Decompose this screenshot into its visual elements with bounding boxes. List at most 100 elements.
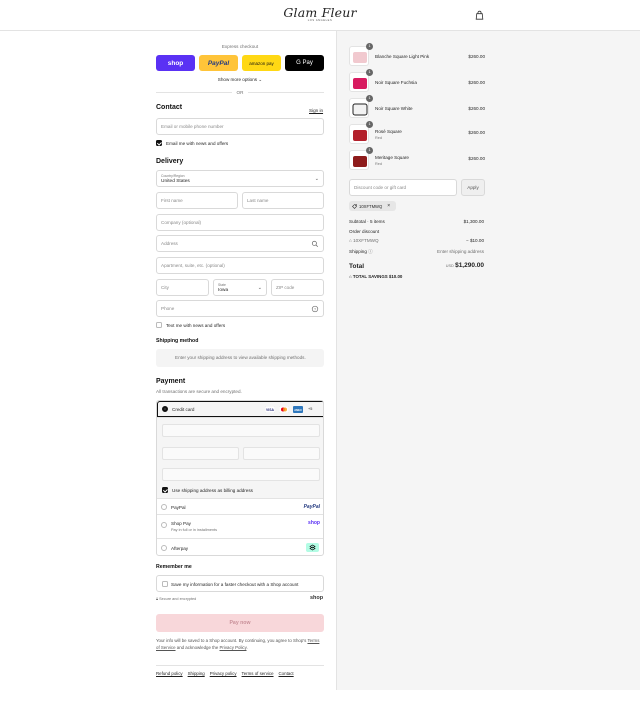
show-more-options-link[interactable]: Show more options ⌄ bbox=[156, 77, 324, 83]
svg-text:VISA: VISA bbox=[266, 408, 274, 412]
credit-card-option[interactable]: Credit card VISA AMEX +5 bbox=[157, 401, 323, 417]
country-value: United States bbox=[161, 179, 190, 184]
amazon-pay-button[interactable]: amazon pay bbox=[242, 55, 281, 71]
last-name-placeholder: Last name bbox=[247, 198, 269, 203]
shop-pay-subtitle: Pay in full or in installments bbox=[171, 528, 218, 532]
remember-me-heading: Remember me bbox=[156, 564, 192, 570]
billing-address-checkbox[interactable] bbox=[162, 487, 168, 493]
mastercard-icon bbox=[279, 406, 289, 413]
legal-text: Your info will be saved to a Shop accoun… bbox=[156, 637, 324, 651]
discount-value: − $10.00 bbox=[465, 238, 484, 243]
first-name-field[interactable]: First name bbox=[156, 192, 238, 209]
apartment-placeholder: Apartment, suite, etc. (optional) bbox=[161, 263, 225, 268]
order-discount-label: Order discount bbox=[349, 229, 380, 234]
country-select[interactable]: Country/Region United States ⌄ bbox=[156, 170, 324, 187]
logo[interactable]: Glam Fleur LOS ANGELES bbox=[283, 6, 357, 23]
text-news-checkbox[interactable] bbox=[156, 322, 162, 328]
footer-divider bbox=[156, 665, 324, 666]
shop-pay-radio[interactable] bbox=[161, 522, 167, 528]
footer-links: Refund policy Shipping Privacy policy Te… bbox=[156, 671, 294, 676]
product-item: 1 Rosé Square Red $260.00 bbox=[349, 121, 485, 146]
paypal-button[interactable]: PayPal bbox=[199, 55, 238, 71]
sign-in-link[interactable]: Sign in bbox=[309, 108, 323, 113]
logo-name: Glam Fleur bbox=[283, 5, 357, 20]
shipping-link[interactable]: Shipping bbox=[188, 671, 205, 676]
state-select[interactable]: State Iowa ⌄ bbox=[213, 279, 267, 296]
payment-methods: Credit card VISA AMEX +5 Use shipping ad… bbox=[156, 400, 324, 556]
help-icon[interactable]: ⓘ bbox=[368, 249, 373, 254]
divider-right bbox=[248, 92, 324, 93]
paypal-option[interactable]: PayPal PayPal bbox=[157, 498, 323, 514]
chevron-down-icon: ⌄ bbox=[258, 77, 263, 82]
product-name: Blanche Square Light Pink bbox=[375, 54, 430, 59]
total-value-row: USD $1,290.00 bbox=[446, 262, 484, 269]
card-number-field[interactable] bbox=[162, 424, 320, 437]
phone-field[interactable]: Phone ? bbox=[156, 300, 324, 317]
quantity-badge: 1 bbox=[366, 43, 373, 50]
discount-code-text: 10XFTMWQ bbox=[353, 238, 379, 243]
discount-code-input[interactable]: Discount code or gift card bbox=[349, 179, 457, 196]
shipping-message: Enter your shipping address to view avai… bbox=[175, 355, 306, 360]
pay-now-button[interactable]: Pay now bbox=[156, 614, 324, 632]
payment-heading: Payment bbox=[156, 378, 186, 385]
company-field[interactable]: Company (optional) bbox=[156, 214, 324, 231]
shipping-methods-box: Enter your shipping address to view avai… bbox=[156, 349, 324, 367]
shop-pay-logo: shop bbox=[308, 520, 320, 526]
product-name: Rosé Square bbox=[375, 129, 402, 134]
search-icon bbox=[311, 240, 319, 248]
remove-discount-icon[interactable]: × bbox=[387, 203, 390, 209]
state-label: State bbox=[218, 283, 226, 287]
or-divider-text: OR bbox=[236, 90, 244, 95]
secure-note: 🔒︎ Secure and encrypted bbox=[156, 597, 196, 601]
paypal-label: PayPal bbox=[171, 505, 186, 510]
divider-left bbox=[156, 92, 232, 93]
address-placeholder: Address bbox=[161, 241, 178, 246]
city-field[interactable]: City bbox=[156, 279, 209, 296]
card-expiry-field[interactable] bbox=[162, 447, 239, 460]
email-field[interactable]: Email or mobile phone number bbox=[156, 118, 324, 135]
privacy-policy-footer-link[interactable]: Privacy policy bbox=[210, 671, 237, 676]
city-placeholder: City bbox=[161, 285, 169, 290]
amex-icon: AMEX bbox=[293, 406, 303, 413]
quantity-badge: 1 bbox=[366, 95, 373, 102]
product-price: $260.00 bbox=[468, 80, 485, 85]
apply-button[interactable]: Apply bbox=[461, 179, 485, 196]
email-placeholder: Email or mobile phone number bbox=[161, 124, 224, 129]
remember-me-checkbox[interactable] bbox=[162, 581, 168, 587]
paypal-radio[interactable] bbox=[161, 504, 167, 510]
chevron-down-icon: ⌄ bbox=[257, 285, 262, 291]
zip-field[interactable]: ZIP code bbox=[271, 279, 324, 296]
zip-placeholder: ZIP code bbox=[276, 285, 295, 290]
address-field[interactable]: Address bbox=[156, 235, 324, 252]
product-thumbnail bbox=[349, 98, 369, 118]
chevron-down-icon: ⌄ bbox=[314, 176, 319, 182]
shop-pay-button[interactable]: shop bbox=[156, 55, 195, 71]
privacy-policy-link[interactable]: Privacy Policy bbox=[220, 645, 247, 650]
product-name: Noir Square White bbox=[375, 106, 413, 111]
shop-pay-option[interactable]: Shop Pay Pay in full or in installments … bbox=[157, 514, 323, 538]
product-thumbnail bbox=[349, 46, 369, 66]
more-cards-badge: +5 bbox=[308, 407, 313, 411]
credit-card-radio[interactable] bbox=[162, 406, 168, 412]
company-placeholder: Company (optional) bbox=[161, 220, 202, 225]
help-icon[interactable]: ? bbox=[311, 305, 319, 313]
last-name-field[interactable]: Last name bbox=[242, 192, 324, 209]
refund-policy-link[interactable]: Refund policy bbox=[156, 671, 183, 676]
discount-chip: 10XFTMWQ × bbox=[349, 201, 396, 211]
afterpay-radio[interactable] bbox=[161, 545, 167, 551]
email-news-checkbox[interactable] bbox=[156, 140, 162, 146]
shipping-method-heading: Shipping method bbox=[156, 338, 199, 344]
google-pay-button[interactable]: G Pay bbox=[285, 55, 324, 71]
contact-link[interactable]: Contact bbox=[279, 671, 294, 676]
shopping-bag-icon[interactable] bbox=[474, 10, 485, 21]
apartment-field[interactable]: Apartment, suite, etc. (optional) bbox=[156, 257, 324, 274]
product-thumbnail bbox=[349, 150, 369, 170]
terms-of-service-footer-link[interactable]: Terms of service bbox=[242, 671, 274, 676]
secure-text: Secure and encrypted bbox=[159, 597, 197, 601]
product-price: $260.00 bbox=[468, 106, 485, 111]
legal-text-1: Your info will be saved to a Shop accoun… bbox=[156, 638, 307, 643]
afterpay-option[interactable]: Afterpay bbox=[157, 538, 323, 555]
afterpay-label: Afterpay bbox=[171, 546, 189, 551]
card-name-field[interactable] bbox=[162, 468, 320, 481]
card-cvv-field[interactable] bbox=[243, 447, 320, 460]
